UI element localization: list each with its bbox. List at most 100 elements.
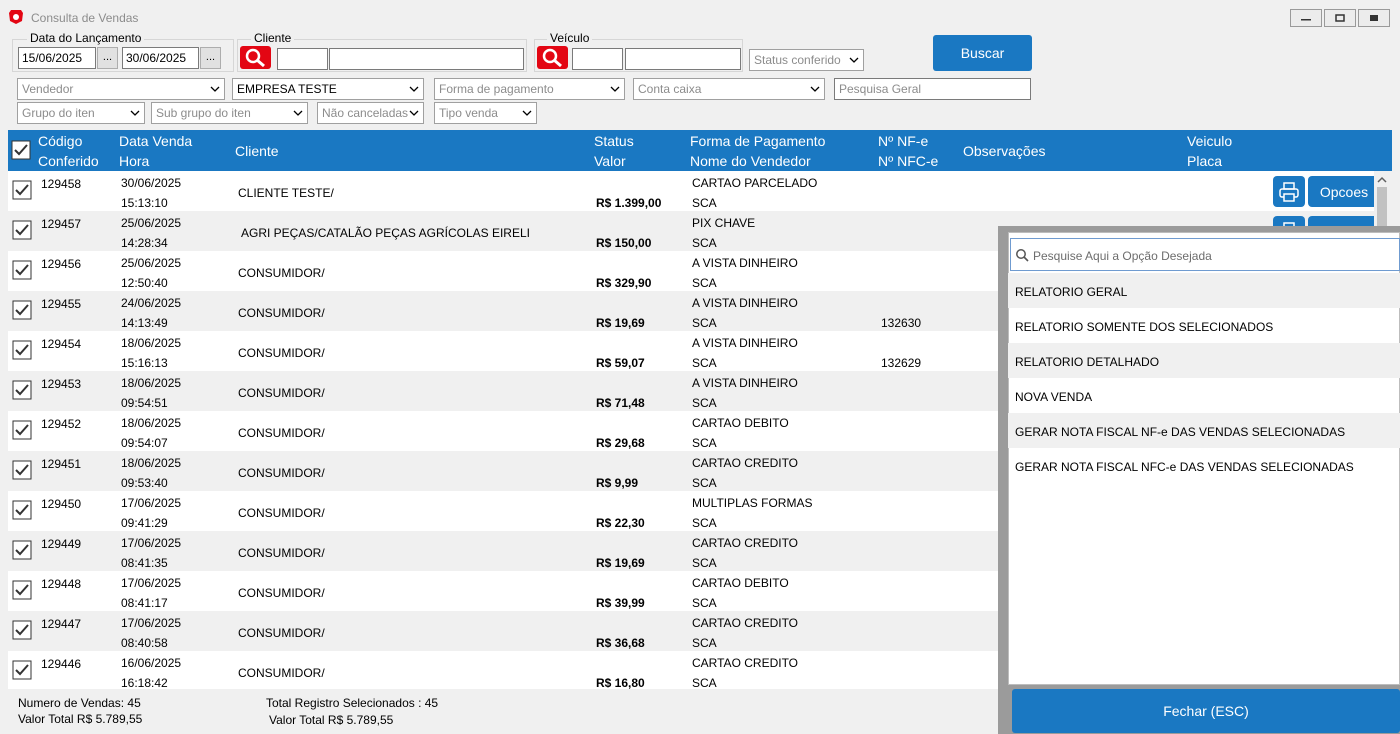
buscar-button[interactable]: Buscar [933, 35, 1032, 71]
row-data: 17/06/2025 [121, 576, 182, 590]
header-nf-e: Nº NF-e [878, 133, 929, 149]
row-checkbox[interactable] [12, 580, 32, 600]
row-checkbox[interactable] [12, 620, 32, 640]
option-item[interactable]: RELATORIO GERAL [1008, 273, 1400, 308]
sub-grupo-item-select[interactable]: Sub grupo do iten [151, 102, 308, 124]
row-cliente: CONSUMIDOR/ [238, 346, 325, 360]
conta-caixa-value: Conta caixa [638, 82, 702, 96]
row-data: 25/06/2025 [121, 256, 182, 270]
row-codigo: 129453 [41, 377, 82, 391]
title-bar: Consulta de Vendas [0, 0, 1400, 32]
header-conferido: Conferido [38, 153, 99, 169]
row-data: 17/06/2025 [121, 536, 182, 550]
data-fim-picker-button[interactable]: ... [200, 47, 221, 69]
status-conferido-select[interactable]: Status conferido [749, 49, 864, 71]
row-checkbox[interactable] [12, 660, 32, 680]
cliente-search-button[interactable] [240, 46, 271, 69]
empresa-select[interactable]: EMPRESA TESTE [232, 78, 424, 100]
header-data-venda: Data Venda [119, 133, 193, 149]
row-forma-pagamento: CARTAO CREDITO [692, 456, 799, 470]
row-checkbox[interactable] [12, 300, 32, 320]
row-hora: 14:13:49 [121, 316, 168, 330]
row-checkbox[interactable] [12, 460, 32, 480]
options-search-input[interactable]: Pesquise Aqui a Opção Desejada [1010, 238, 1400, 271]
row-checkbox[interactable] [12, 380, 32, 400]
chevron-down-icon [210, 86, 220, 92]
veiculo-search-button[interactable] [537, 46, 568, 69]
table-row[interactable]: 129458 30/06/2025 15:13:10 CLIENTE TESTE/R$… [8, 171, 1391, 211]
close-button[interactable] [1358, 9, 1390, 27]
row-checkbox[interactable] [12, 180, 32, 200]
search-icon [542, 48, 562, 68]
data-lancamento-label: Data do Lançamento [27, 31, 145, 45]
option-item[interactable]: GERAR NOTA FISCAL NFC-e DAS VENDAS SELEC… [1008, 448, 1400, 483]
chevron-down-icon [130, 110, 140, 116]
row-data: 16/06/2025 [121, 656, 182, 670]
row-print-button[interactable] [1273, 176, 1305, 207]
maximize-button[interactable] [1324, 9, 1356, 27]
row-valor: R$ 29,68 [596, 436, 645, 450]
row-cliente: CONSUMIDOR/ [238, 666, 325, 680]
minimize-button[interactable] [1290, 9, 1322, 27]
conta-caixa-select[interactable]: Conta caixa [633, 78, 825, 100]
option-item[interactable]: NOVA VENDA [1008, 378, 1400, 413]
minimize-icon [1301, 19, 1311, 21]
cliente-codigo-input[interactable] [277, 48, 328, 70]
row-codigo: 129446 [41, 657, 82, 671]
row-forma-pagamento: PIX CHAVE [692, 216, 756, 230]
vendedor-select[interactable]: Vendedor [17, 78, 225, 100]
option-item[interactable]: RELATORIO SOMENTE DOS SELECIONADOS [1008, 308, 1400, 343]
row-forma-pagamento: MULTIPLAS FORMAS [692, 496, 813, 510]
grupo-item-select[interactable]: Grupo do iten [17, 102, 145, 124]
option-item[interactable]: GERAR NOTA FISCAL NF-e DAS VENDAS SELECI… [1008, 413, 1400, 448]
header-valor: Valor [594, 153, 626, 169]
row-codigo: 129451 [41, 457, 82, 471]
select-all-checkbox[interactable] [11, 140, 31, 160]
row-opcoes-button[interactable]: Opcoes [1308, 176, 1380, 207]
grupo-item-value: Grupo do iten [22, 106, 95, 120]
total-selecionados: Total Registro Selecionados : 45 [266, 696, 439, 710]
chevron-down-icon [810, 86, 820, 92]
row-cliente: CONSUMIDOR/ [238, 386, 325, 400]
row-checkbox[interactable] [12, 220, 32, 240]
nao-canceladas-select[interactable]: Não canceladas [317, 102, 424, 124]
option-item[interactable]: RELATORIO DETALHADO [1008, 343, 1400, 378]
row-valor: R$ 22,30 [596, 516, 645, 530]
veiculo-codigo-input[interactable] [572, 48, 623, 70]
veiculo-placa-input[interactable] [625, 48, 741, 70]
chevron-down-icon [610, 86, 620, 92]
row-valor: R$ 59,07 [596, 356, 645, 370]
row-hora: 14:28:34 [121, 236, 168, 250]
maximize-icon [1335, 14, 1345, 22]
row-forma-pagamento: A VISTA DINHEIRO [692, 336, 798, 350]
row-valor: R$ 19,69 [596, 556, 645, 570]
row-vendedor: SCA [692, 196, 717, 210]
header-codigo: Código [38, 133, 83, 149]
row-codigo: 129452 [41, 417, 82, 431]
options-search-placeholder: Pesquise Aqui a Opção Desejada [1033, 249, 1212, 263]
row-data: 17/06/2025 [121, 616, 182, 630]
scroll-up-icon[interactable] [1374, 173, 1391, 187]
fechar-button[interactable]: Fechar (ESC) [1012, 689, 1400, 733]
row-checkbox[interactable] [12, 340, 32, 360]
row-checkbox[interactable] [12, 500, 32, 520]
tipo-venda-select[interactable]: Tipo venda [434, 102, 537, 124]
data-inicio-input[interactable]: 15/06/2025 [18, 47, 96, 69]
cliente-nome-input[interactable] [329, 48, 524, 70]
row-vendedor: SCA [692, 636, 717, 650]
row-valor: R$ 19,69 [596, 316, 645, 330]
row-checkbox[interactable] [12, 260, 32, 280]
pesquisa-geral-input[interactable]: Pesquisa Geral [834, 78, 1031, 100]
data-inicio-picker-button[interactable]: ... [97, 47, 118, 69]
row-forma-pagamento: CARTAO CREDITO [692, 616, 799, 630]
row-checkbox[interactable] [12, 420, 32, 440]
forma-pagamento-select[interactable]: Forma de pagamento [434, 78, 625, 100]
row-hora: 09:54:07 [121, 436, 168, 450]
row-checkbox[interactable] [12, 540, 32, 560]
printer-icon [1279, 181, 1299, 202]
data-fim-input[interactable]: 30/06/2025 [122, 47, 199, 69]
row-codigo: 129457 [41, 217, 82, 231]
app-logo-icon [9, 10, 23, 24]
row-cliente: AGRI PEÇAS/CATALÃO PEÇAS AGRÍCOLAS EIREL… [241, 226, 530, 240]
row-codigo: 129447 [41, 617, 82, 631]
